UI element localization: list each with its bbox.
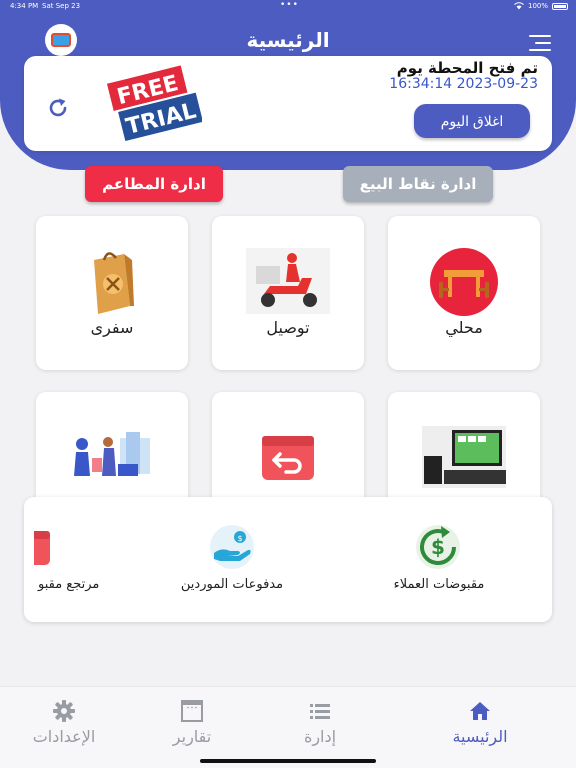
status-date: Sat Sep 23 — [42, 2, 81, 10]
delivery-scooter-icon — [246, 248, 330, 314]
session-opened-title: تم فتح المحطة يوم — [396, 59, 538, 77]
tab-label: إدارة — [303, 727, 337, 746]
status-time: 4:34 PM — [10, 2, 39, 10]
tab-bar: الرئيسية إدارة تقارير الإعدادات — [0, 686, 576, 768]
menu-icon[interactable] — [529, 35, 551, 51]
tab-label: تقارير — [172, 727, 212, 746]
tab-home[interactable]: الرئيسية — [408, 687, 552, 768]
tab-settings[interactable]: الإعدادات — [0, 687, 136, 768]
page-title: الرئيسية — [246, 28, 330, 52]
battery-icon — [552, 2, 568, 10]
return-box-icon — [262, 436, 314, 480]
close-day-button[interactable]: اغلاق اليوم — [414, 104, 530, 138]
report-icon — [181, 700, 203, 722]
tab-management[interactable]: إدارة — [248, 687, 392, 768]
tab-label: الإعدادات — [32, 727, 96, 746]
tile-label: سفرى — [90, 318, 134, 337]
tile-label: توصيل — [266, 318, 310, 337]
pos-management-button[interactable]: ادارة نقاط البيع — [343, 166, 493, 202]
status-right: 100% — [514, 2, 568, 10]
shortcut-label: مرتجع مقبو — [38, 577, 100, 592]
battery-percent: 100% — [527, 2, 548, 10]
shopping-people-icon — [74, 432, 150, 476]
takeaway-bag-icon — [94, 252, 134, 314]
session-card: تم فتح المحطة يوم 16:34:14 2023-09-23 اغ… — [24, 56, 552, 151]
shortcut-receipt-return[interactable]: مرتجع مقبو — [24, 497, 124, 622]
list-icon — [310, 704, 330, 719]
tile-dine-in[interactable]: محلي — [388, 216, 540, 370]
shortcut-customer-receipts[interactable]: $ مقبوضات العملاء — [354, 497, 524, 622]
shortcut-label: مدفوعات الموردين — [180, 577, 284, 592]
home-indicator[interactable] — [200, 759, 376, 763]
pos-terminal-icon — [422, 426, 506, 488]
wifi-icon — [514, 2, 524, 10]
gear-icon — [53, 700, 75, 722]
dollar-cycle-icon: $ — [416, 525, 460, 569]
tab-reports[interactable]: تقارير — [120, 687, 264, 768]
svg-text:$: $ — [237, 534, 242, 543]
shortcut-supplier-payments[interactable]: $ مدفوعات الموردين — [152, 497, 312, 622]
hand-coin-icon: $ — [210, 525, 254, 569]
svg-text:$: $ — [431, 535, 445, 559]
session-datetime: 16:34:14 2023-09-23 — [389, 76, 538, 92]
tile-label: محلي — [445, 318, 483, 337]
return-icon — [34, 531, 50, 565]
tile-delivery[interactable]: توصيل — [212, 216, 364, 370]
status-bar: 4:34 PM Sat Sep 23 ••• 100% — [0, 0, 576, 14]
home-icon — [470, 702, 490, 720]
multitask-dots[interactable]: ••• — [280, 0, 299, 10]
dine-in-table-icon — [430, 248, 498, 316]
restaurant-management-button[interactable]: ادارة المطاعم — [85, 166, 223, 202]
free-trial-badge: FREE TRIAL — [106, 62, 202, 144]
shortcut-card: $ مقبوضات العملاء $ مدفوعات الموردين مرت… — [24, 497, 552, 622]
shortcut-label: مقبوضات العملاء — [393, 577, 485, 592]
tab-label: الرئيسية — [452, 727, 508, 746]
refresh-icon[interactable] — [46, 96, 70, 120]
tile-takeaway[interactable]: سفرى — [36, 216, 188, 370]
